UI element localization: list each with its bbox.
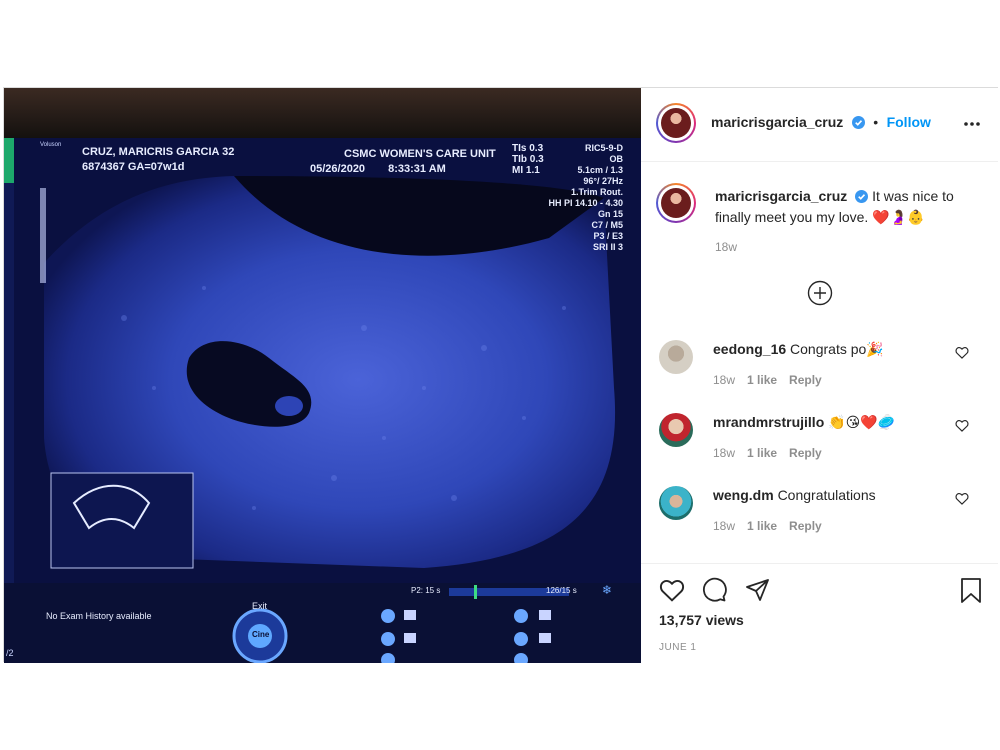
comment-text: Congrats po: [790, 341, 867, 357]
commenter-username[interactable]: mrandmrstrujillo: [713, 414, 824, 430]
caption-emojis: ❤️🤰👶: [872, 210, 925, 226]
comment-time[interactable]: 18w: [713, 519, 735, 533]
author-username[interactable]: maricrisgarcia_cruz: [711, 114, 843, 130]
us-exit: Exit: [252, 601, 268, 611]
us-mode: OB: [609, 154, 624, 164]
verified-icon: [855, 189, 869, 208]
us-param: 1.Trim Rout.: [570, 187, 623, 197]
like-comment-icon[interactable]: [955, 419, 969, 437]
caption-time[interactable]: 18w: [715, 240, 737, 254]
us-p2: P2: 15 s: [411, 586, 441, 595]
save-icon[interactable]: [959, 577, 983, 609]
like-comment-icon[interactable]: [955, 346, 969, 364]
svg-text:❄: ❄: [602, 583, 612, 597]
us-cine: Cine: [252, 630, 270, 639]
us-unit-block: CSMC WOMEN'S CARE UNIT: [344, 147, 496, 162]
reply-button[interactable]: Reply: [789, 373, 822, 387]
comment-text: Congratulations: [777, 487, 876, 503]
comment-emoji: 🎉: [866, 342, 884, 358]
comment-icon[interactable]: [701, 577, 727, 608]
us-brand: Voluson: [40, 142, 62, 148]
separator-dot: •: [873, 114, 879, 130]
commenter-avatar[interactable]: [659, 486, 693, 520]
commenter-avatar[interactable]: [659, 340, 693, 374]
post-date[interactable]: JUNE 1: [659, 642, 696, 653]
author-line: maricrisgarcia_cruz • Follow: [711, 114, 931, 134]
us-datetime: 05/26/2020 8:33:31 AM: [310, 163, 446, 175]
reply-button[interactable]: Reply: [789, 519, 822, 533]
caption: maricrisgarcia_cruz It was nice to final…: [715, 187, 985, 228]
us-param: SRI II 3: [592, 242, 623, 252]
us-id: 6874367 GA=07w1d: [82, 161, 185, 173]
like-icon[interactable]: [659, 578, 685, 607]
follow-button[interactable]: Follow: [887, 114, 931, 130]
us-frames: 126/15 s: [546, 586, 577, 595]
post-actions: 13,757 views JUNE 1: [641, 563, 998, 664]
comment-emoji: 👏😘❤️🥏: [828, 415, 896, 431]
us-params: RIC5-9-D OB 5.1cm / 1.3 96°/ 27Hz 1.Trim…: [548, 143, 623, 253]
post-header: maricrisgarcia_cruz • Follow: [641, 88, 998, 162]
more-options-icon[interactable]: [963, 114, 981, 139]
us-unit: CSMC WOMEN'S CARE UNIT: [344, 148, 496, 160]
us-probe: RIC5-9-D: [584, 143, 623, 153]
caption-avatar[interactable]: [656, 183, 696, 223]
us-patient-block: CRUZ, MARICRIS GARCIA 32 6874367 GA=07w1…: [82, 145, 234, 175]
share-icon[interactable]: [745, 577, 771, 608]
us-param: 5.1cm / 1.3: [577, 165, 623, 175]
us-tib: TIb 0.3: [512, 154, 544, 165]
author-avatar[interactable]: [656, 103, 696, 143]
verified-icon: [851, 116, 865, 134]
us-mi: MI 1.1: [512, 165, 540, 176]
us-param: Gn 15: [597, 209, 623, 219]
comment-likes[interactable]: 1 like: [747, 519, 777, 533]
load-more-comments-icon[interactable]: [807, 280, 833, 311]
reply-button[interactable]: Reply: [789, 446, 822, 460]
comment-time[interactable]: 18w: [713, 446, 735, 460]
comment-time[interactable]: 18w: [713, 373, 735, 387]
us-patient: CRUZ, MARICRIS GARCIA 32: [82, 146, 235, 158]
us-date: 05/26/2020: [310, 163, 366, 175]
us-param: C7 / M5: [591, 220, 623, 230]
commenter-avatar[interactable]: [659, 413, 693, 447]
us-tis: TIs 0.3: [512, 143, 544, 154]
commenter-username[interactable]: eedong_16: [713, 341, 786, 357]
us-page: /2: [6, 648, 14, 658]
views-count[interactable]: 13,757 views: [659, 612, 744, 628]
commenter-username[interactable]: weng.dm: [713, 487, 774, 503]
us-indices: TIs 0.3 TIb 0.3 MI 1.1: [512, 143, 544, 176]
comment-likes[interactable]: 1 like: [747, 446, 777, 460]
us-param: P3 / E3: [593, 231, 623, 241]
post-sidebar: maricrisgarcia_cruz • Follow maricrisgar…: [641, 88, 998, 663]
comment-likes[interactable]: 1 like: [747, 373, 777, 387]
caption-username[interactable]: maricrisgarcia_cruz: [715, 188, 847, 204]
us-param: HH PI 14.10 - 4.30: [548, 198, 623, 208]
instagram-post: ❄ CRUZ, MARICRIS GARCIA 32 6874367 GA=07…: [3, 87, 998, 663]
us-no-history: No Exam History available: [46, 611, 152, 621]
us-time: 8:33:31 AM: [388, 163, 446, 175]
us-param: 96°/ 27Hz: [583, 176, 623, 186]
post-image[interactable]: ❄ CRUZ, MARICRIS GARCIA 32 6874367 GA=07…: [4, 88, 641, 663]
like-comment-icon[interactable]: [955, 492, 969, 510]
